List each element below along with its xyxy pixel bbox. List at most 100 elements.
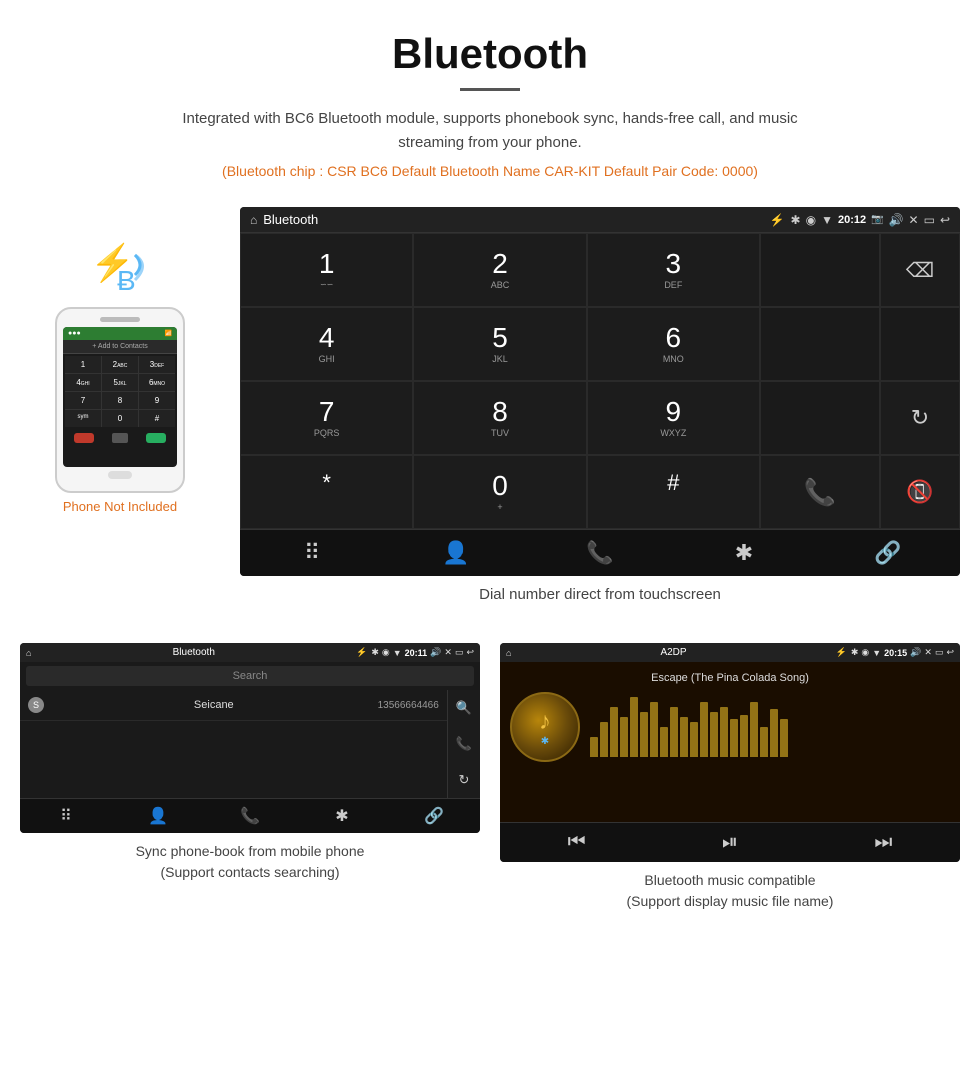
pb-home-icon: ⌂: [26, 648, 31, 658]
dial-key-3[interactable]: 3DEF: [587, 233, 760, 307]
dial-key-9[interactable]: 9WXYZ: [587, 381, 760, 455]
pb-nav-bt[interactable]: ✱: [296, 806, 388, 826]
phonebook-search-bar: Search: [26, 666, 474, 686]
pb-bt-icon: ✱: [371, 647, 379, 658]
prev-track-button[interactable]: ⏮: [500, 831, 653, 854]
music-visualizer: [590, 697, 950, 757]
mu-window-icon: ▭: [935, 647, 944, 658]
viz-bar: [780, 719, 788, 757]
nav-contacts-button[interactable]: 👤: [384, 540, 528, 566]
phonebook-screen: ⌂ Bluetooth ⚡ ✱ ◉ ▼ 20:11 🔊 ✕ ▭ ↩ Search: [20, 643, 480, 833]
mu-usb-icon: ⚡: [836, 647, 847, 658]
dial-key-star[interactable]: *: [240, 455, 413, 529]
play-pause-button[interactable]: ⏯: [653, 831, 806, 854]
dial-key-7[interactable]: 7PQRS: [240, 381, 413, 455]
pb-nav-link[interactable]: 🔗: [388, 806, 480, 826]
dial-key-5[interactable]: 5JKL: [413, 307, 586, 381]
music-item: ⌂ A2DP ⚡ ✱ ◉ ▼ 20:15 🔊 ✕ ▭ ↩ Escape (The…: [500, 643, 960, 912]
mu-statusbar-right: ✱ ◉ ▼ 20:15 🔊 ✕ ▭ ↩: [851, 647, 954, 658]
pb-loc-icon: ◉: [382, 647, 390, 658]
main-content-area: ⚡ Ƀ ●●●📶 + Add to Contacts: [0, 207, 980, 623]
search-action-icon[interactable]: 🔍: [452, 696, 476, 720]
music-screen: ⌂ A2DP ⚡ ✱ ◉ ▼ 20:15 🔊 ✕ ▭ ↩ Escape (The…: [500, 643, 960, 862]
dial-key-8[interactable]: 8TUV: [413, 381, 586, 455]
dial-key-0[interactable]: 0+: [413, 455, 586, 529]
svg-text:Ƀ: Ƀ: [117, 265, 136, 295]
viz-bar: [770, 709, 778, 757]
title-divider: [460, 88, 520, 91]
viz-bar: [730, 719, 738, 757]
usb-icon: ⚡: [770, 213, 785, 227]
viz-bar: [700, 702, 708, 757]
close-icon: ✕: [909, 213, 919, 227]
contact-list: S Seicane 13566664466: [20, 690, 447, 798]
nav-link-button[interactable]: 🔗: [816, 540, 960, 566]
pb-nav-phone[interactable]: 📞: [204, 806, 296, 826]
dial-key-6[interactable]: 6MNO: [587, 307, 760, 381]
viz-bar: [670, 707, 678, 757]
music-controls: ⏮ ⏯ ⏭: [500, 822, 960, 862]
dial-key-empty-3: [880, 307, 960, 381]
statusbar-right: ✱ ◉ ▼ 20:12 📷 🔊 ✕ ▭ ↩: [791, 213, 950, 227]
back-icon: ↩: [940, 213, 950, 227]
viz-bar: [690, 722, 698, 757]
contact-row[interactable]: S Seicane 13566664466: [20, 690, 447, 721]
dial-key-4[interactable]: 4GHI: [240, 307, 413, 381]
call-button[interactable]: 📞: [760, 455, 880, 529]
phone-area: ⚡ Ƀ ●●●📶 + Add to Contacts: [20, 227, 220, 514]
contact-avatar: S: [28, 697, 44, 713]
refresh-action-icon[interactable]: ↻: [454, 768, 473, 792]
phonebook-statusbar: ⌂ Bluetooth ⚡ ✱ ◉ ▼ 20:11 🔊 ✕ ▭ ↩: [20, 643, 480, 662]
mu-bt-icon: ✱: [851, 647, 859, 658]
phone-home-btn: [108, 471, 132, 479]
music-song-title: Escape (The Pina Colada Song): [510, 672, 950, 684]
location-icon: ◉: [806, 213, 816, 227]
viz-bar: [590, 737, 598, 757]
pb-back-icon: ↩: [466, 647, 474, 658]
bluetooth-icon-area: ⚡ Ƀ: [85, 237, 155, 307]
phone-action-icon[interactable]: 📞: [452, 732, 476, 756]
music-content: ♪ ✱: [510, 692, 950, 762]
viz-bar: [650, 702, 658, 757]
viz-bar: [640, 712, 648, 757]
pb-nav-person[interactable]: 👤: [112, 806, 204, 826]
music-caption: Bluetooth music compatible(Support displ…: [500, 870, 960, 912]
music-note-icon: ♪: [539, 708, 551, 736]
dial-key-1[interactable]: 1∽∽: [240, 233, 413, 307]
pb-nav-grid[interactable]: ⠿: [20, 806, 112, 826]
viz-bar: [610, 707, 618, 757]
pb-vol-icon: 🔊: [430, 647, 441, 658]
dial-key-hash[interactable]: #: [587, 455, 760, 529]
statusbar-title: Bluetooth: [263, 212, 763, 227]
home-icon: ⌂: [250, 213, 257, 227]
phone-not-included-label: Phone Not Included: [20, 499, 220, 514]
phone-mockup: ●●●📶 + Add to Contacts 12ABC3DEF 4GHI5JK…: [55, 307, 185, 493]
viz-bar: [630, 697, 638, 757]
nav-bluetooth-button[interactable]: ✱: [672, 540, 816, 566]
backspace-button[interactable]: ⌫: [880, 233, 960, 307]
nav-phone-button[interactable]: 📞: [528, 540, 672, 566]
viz-bar: [750, 702, 758, 757]
bottom-row: ⌂ Bluetooth ⚡ ✱ ◉ ▼ 20:11 🔊 ✕ ▭ ↩ Search: [0, 623, 980, 922]
phone-dialpad: 12ABC3DEF 4GHI5JKL6MNO 789 sym0#: [65, 356, 175, 427]
pb-window-icon: ▭: [455, 647, 464, 658]
dial-key-empty-1: [760, 233, 880, 307]
mu-back-icon: ↩: [946, 647, 954, 658]
dialpad-grid: 1∽∽ 2ABC 3DEF ⌫ 4GHI 5JKL 6MNO 7PQRS 8TU…: [240, 232, 960, 529]
viz-bar: [620, 717, 628, 757]
end-call-button[interactable]: 📵: [880, 455, 960, 529]
pb-bottom-nav: ⠿ 👤 📞 ✱ 🔗: [20, 798, 480, 833]
dial-key-2[interactable]: 2ABC: [413, 233, 586, 307]
contact-name: Seicane: [50, 699, 378, 711]
bt-status-icon: ✱: [791, 213, 801, 227]
viz-bar: [720, 707, 728, 757]
wifi-waves-icon: Ƀ: [115, 245, 155, 301]
viz-bar: [740, 715, 748, 757]
mu-home-icon: ⌂: [506, 648, 511, 658]
next-track-button[interactable]: ⏭: [807, 831, 960, 854]
nav-grid-button[interactable]: ⠿: [240, 540, 384, 566]
phone-screen-header: ●●●📶: [63, 327, 177, 340]
reload-button[interactable]: ↻: [880, 381, 960, 455]
volume-icon: 🔊: [889, 213, 904, 227]
mu-close-icon: ✕: [924, 647, 932, 658]
